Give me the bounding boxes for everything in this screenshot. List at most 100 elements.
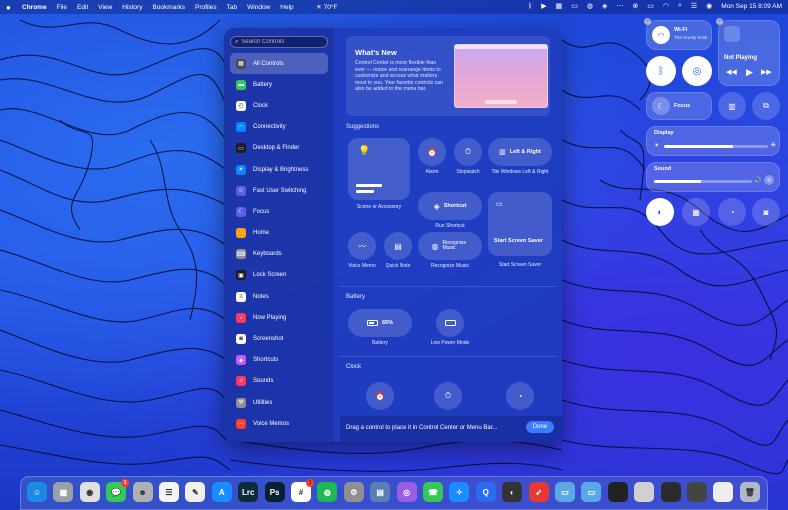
menu-help[interactable]: Help — [280, 4, 293, 11]
screenshot-tile[interactable]: ◙ — [752, 198, 780, 226]
menu-bookmarks[interactable]: Bookmarks — [152, 4, 185, 11]
sidebar-item-now-playing[interactable]: ♪ Now Playing — [230, 307, 328, 328]
remove-wifi-icon[interactable]: − — [644, 18, 651, 25]
sidebar-item-notes[interactable]: ≡ Notes — [230, 286, 328, 307]
sidebar-item-clock[interactable]: ◴ Clock — [230, 95, 328, 116]
safari-dock-icon[interactable]: ✧ — [449, 482, 470, 502]
previous-track-icon[interactable]: ◀◀ — [726, 68, 737, 76]
sidebar-item-screenshot[interactable]: ◙ Screenshot — [230, 328, 328, 349]
spotlight-icon[interactable]: ⌕ — [678, 2, 682, 10]
sidebar-item-utilities[interactable]: ⚒ Utilities — [230, 392, 328, 413]
screenshot-4-dock-icon[interactable] — [687, 482, 707, 502]
play-pause-icon[interactable]: ▶ — [746, 67, 753, 78]
play-icon[interactable]: ▶ — [541, 2, 546, 10]
folder-2-dock-icon[interactable]: ▭ — [581, 482, 602, 502]
contacts-dock-icon[interactable]: ☻ — [132, 482, 153, 502]
sidebar-item-display-brightness[interactable]: ☀ Display & Brightness — [230, 159, 328, 180]
next-track-icon[interactable]: ▶▶ — [761, 68, 772, 76]
sidebar-item-focus[interactable]: ☾ Focus — [230, 201, 328, 222]
photoshop-dock-icon[interactable]: Ps — [264, 482, 285, 502]
stage-manager-tile[interactable]: ▥ — [718, 92, 746, 120]
now-playing-tile[interactable]: Not Playing ◀◀ ▶ ▶▶ — [718, 20, 780, 86]
brightness-slider[interactable] — [664, 145, 768, 148]
wifi-status-icon[interactable]: ◠ — [663, 2, 669, 10]
wifi-tile[interactable]: ◠ Wi-Fi The Krusty Krab — [646, 20, 712, 50]
rocket-dock-icon[interactable]: ➶ — [528, 482, 549, 502]
reminders-dock-icon[interactable]: ☰ — [159, 482, 179, 502]
search-input[interactable] — [241, 39, 322, 45]
davinci-dock-icon[interactable]: ◐ — [502, 482, 523, 502]
battery-tile[interactable]: 65% — [348, 309, 412, 337]
grid-status-icon[interactable]: ▦ — [556, 2, 563, 10]
timer-tile[interactable]: ◔ — [718, 198, 746, 226]
menu-clock[interactable]: Mon Sep 15 8:09 AM — [721, 3, 782, 10]
sidebar-item-desktop-finder[interactable]: ▭ Desktop & Finder — [230, 138, 328, 159]
display-status-icon[interactable]: ▭ — [571, 2, 578, 10]
dots-icon[interactable]: ⋯ — [616, 2, 623, 10]
lightroom-dock-icon[interactable]: Lrc — [238, 482, 259, 502]
menu-profiles[interactable]: Profiles — [195, 4, 217, 11]
start-screen-saver-tile[interactable]: ▭ Start Screen Saver — [488, 192, 552, 256]
menu-tab[interactable]: Tab — [227, 4, 237, 11]
app-store-dock-icon[interactable]: A — [211, 482, 232, 502]
tile-windows-tile[interactable]: ▥ Left & Right — [488, 138, 552, 166]
notes-dock-icon[interactable]: ✎ — [185, 482, 206, 502]
done-button[interactable]: Done — [526, 421, 554, 433]
sidebar-item-voice-memos[interactable]: 〰 Voice Memos — [230, 413, 328, 434]
shortcut-tile[interactable]: ◈ Shortcut — [418, 192, 482, 220]
sidebar-item-battery[interactable]: ▬ Battery — [230, 74, 328, 95]
weather-status[interactable]: ☀ 70°F — [316, 3, 337, 11]
sidebar-item-home[interactable]: ⌂ Home — [230, 223, 328, 244]
messages-dock-icon[interactable]: 💬 1 — [106, 479, 130, 502]
clock-timer-tile[interactable]: ◔ — [506, 382, 534, 410]
audio-output-icon[interactable]: ◎ — [764, 175, 774, 185]
finder-dock-icon[interactable]: ☺ — [27, 482, 47, 502]
apple-icon[interactable]: ● — [6, 3, 14, 12]
dark-mode-tile[interactable]: ◐ — [646, 198, 674, 226]
menu-app-name[interactable]: Chrome — [22, 4, 47, 11]
search-field[interactable]: ⌕ — [230, 36, 328, 48]
screen-mirroring-tile[interactable]: ⧉ — [752, 92, 780, 120]
voice-memo-tile[interactable]: 〰 — [348, 232, 376, 260]
preview-dock-icon[interactable]: ▤ — [370, 482, 391, 502]
focus-tile[interactable]: ☾ Focus — [646, 92, 712, 120]
sidebar-item-lock-screen[interactable]: ▣ Lock Screen — [230, 265, 328, 286]
sidebar-item-fast-user-switching[interactable]: ☺ Fast User Switching — [230, 180, 328, 201]
sidebar-item-all-controls[interactable]: ▦ All Controls — [230, 53, 328, 75]
spotify-dock-icon[interactable]: ◍ — [317, 482, 338, 502]
volume-slider[interactable] — [654, 180, 752, 183]
launchpad-dock-icon[interactable]: ▦ — [53, 482, 74, 502]
low-power-mode-tile[interactable] — [436, 309, 464, 337]
alarm-tile[interactable]: ⏰ — [418, 138, 446, 166]
control-center-icon[interactable]: ☰ — [691, 2, 697, 10]
airdrop-tile[interactable]: ◎ — [682, 56, 712, 86]
menu-file[interactable]: File — [57, 4, 67, 11]
screenshot-3-dock-icon[interactable] — [660, 482, 681, 502]
sidebar-item-connectivity[interactable]: ◠ Connectivity — [230, 117, 328, 138]
menu-view[interactable]: View — [98, 4, 112, 11]
siri-icon[interactable]: ◉ — [706, 2, 712, 10]
recognize-music-tile[interactable]: ◍ Recognize Music — [418, 232, 482, 260]
clock-stopwatch-tile[interactable]: ⏱ — [434, 382, 462, 410]
system-settings-dock-icon[interactable]: ⚙ — [343, 482, 364, 502]
screenshot-2-dock-icon[interactable] — [634, 482, 655, 502]
menu-window[interactable]: Window — [247, 4, 270, 11]
battery-status-icon[interactable]: ▭ — [647, 2, 654, 10]
screenshot-1-dock-icon[interactable] — [607, 482, 628, 502]
mic-icon[interactable]: ◍ — [587, 2, 593, 10]
trash-dock-icon[interactable]: 🗑 — [739, 482, 760, 502]
calculator-tile[interactable]: ▦ — [682, 198, 710, 226]
quick-note-tile[interactable]: ▤ — [384, 232, 412, 260]
dropbox-icon[interactable]: ◈ — [602, 2, 607, 10]
scene-accessory-tile[interactable]: 💡 — [348, 138, 410, 200]
stopwatch-tile[interactable]: ⏱ — [454, 138, 482, 166]
quicktime-dock-icon[interactable]: Q — [475, 482, 496, 502]
facetime-dock-icon[interactable]: ☎ — [423, 482, 443, 502]
bluetooth-tile[interactable]: ᛒ — [646, 56, 676, 86]
clock-alarm-tile[interactable]: ⏰ — [366, 382, 394, 410]
screenshot-5-dock-icon[interactable] — [713, 482, 734, 502]
chrome-dock-icon[interactable]: ◉ — [79, 482, 100, 502]
remove-now-playing-icon[interactable]: − — [716, 18, 723, 25]
menu-edit[interactable]: Edit — [77, 4, 88, 11]
menu-history[interactable]: History — [122, 4, 142, 11]
